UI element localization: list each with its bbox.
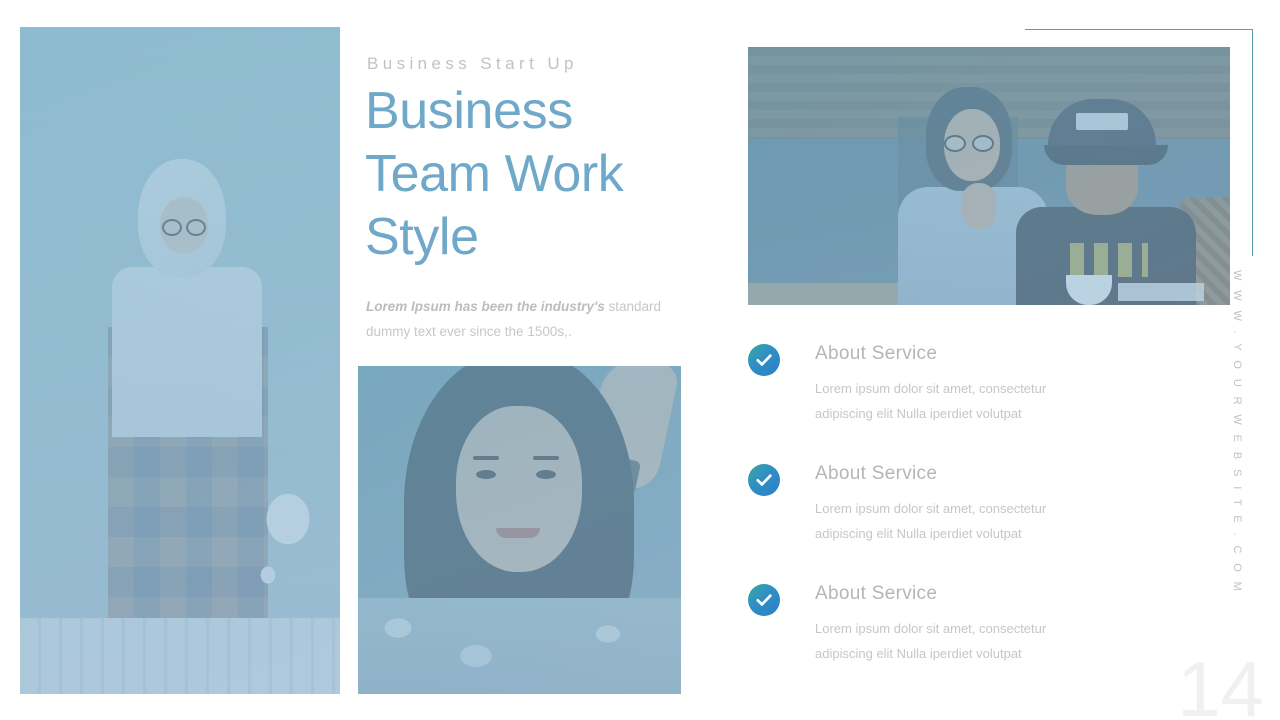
page-number: 14 (1177, 645, 1264, 720)
slide-canvas: Business Start Up Business Team Work Sty… (0, 0, 1280, 720)
center-portrait-photo (358, 366, 681, 694)
check-circle-icon (748, 464, 780, 496)
feature-item[interactable]: About Service Lorem ipsum dolor sit amet… (748, 461, 1098, 556)
decorative-frame-top-line (1025, 29, 1253, 30)
page-title-line-2: Team Work (365, 145, 624, 203)
top-right-team-photo (748, 47, 1230, 305)
decorative-frame-right-line (1252, 29, 1253, 256)
page-title: Business Team Work Style (365, 80, 695, 269)
check-circle-icon (748, 584, 780, 616)
lead-paragraph: Lorem Ipsum has been the industry's stan… (366, 294, 666, 344)
website-url-vertical: W W W . Y O U R W E B S I T E . C O M (1231, 270, 1243, 595)
page-title-line-1: Business (365, 82, 573, 140)
feature-title: About Service (815, 343, 938, 364)
feature-title: About Service (815, 583, 938, 604)
left-portrait-photo (20, 27, 340, 694)
feature-body: Lorem ipsum dolor sit amet, consectetur … (815, 501, 1047, 541)
lead-paragraph-bold: Lorem Ipsum has been the industry's (366, 299, 605, 314)
feature-title: About Service (815, 463, 938, 484)
photo-blue-tint-overlay (20, 27, 340, 694)
check-circle-icon (748, 344, 780, 376)
feature-body: Lorem ipsum dolor sit amet, consectetur … (815, 381, 1047, 421)
photo-blue-tint-overlay (358, 366, 681, 694)
eyebrow-label: Business Start Up (367, 54, 578, 73)
page-title-line-3: Style (365, 208, 479, 266)
feature-list: About Service Lorem ipsum dolor sit amet… (748, 341, 1098, 676)
feature-item[interactable]: About Service Lorem ipsum dolor sit amet… (748, 581, 1098, 676)
feature-body: Lorem ipsum dolor sit amet, consectetur … (815, 621, 1047, 661)
photo-blue-tint-overlay (748, 47, 1230, 305)
feature-item[interactable]: About Service Lorem ipsum dolor sit amet… (748, 341, 1098, 436)
